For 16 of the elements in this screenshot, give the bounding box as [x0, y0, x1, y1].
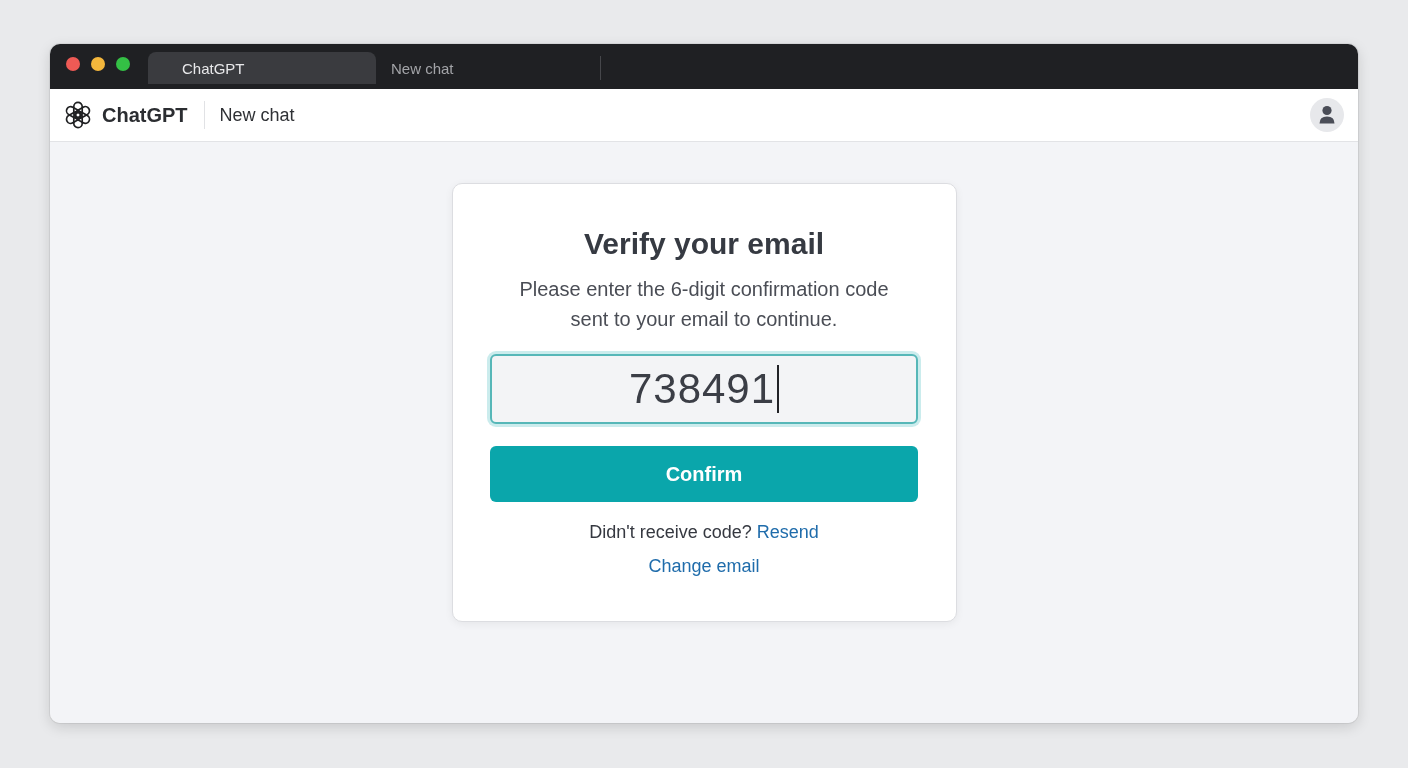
brand-name: ChatGPT: [102, 103, 188, 127]
text-caret-icon: [777, 365, 780, 413]
code-input-field[interactable]: 738491: [490, 354, 918, 424]
change-email-link[interactable]: Change email: [648, 554, 760, 578]
browser-tab[interactable]: New chat: [376, 52, 600, 84]
card-title: Verify your email: [583, 226, 825, 262]
window-close-button[interactable]: [66, 57, 80, 71]
resend-link[interactable]: Resend: [756, 520, 819, 544]
browser-tab[interactable]: ChatGPT: [148, 52, 376, 84]
avatar-icon[interactable]: [1310, 98, 1344, 132]
window-minimize-button[interactable]: [91, 57, 105, 71]
instructions-text: Please enter the 6-digit confirmation code sent to your email to continue.: [518, 277, 890, 332]
logo-icon: [64, 101, 92, 129]
resend-prompt-text: Didn't receive code?: [589, 521, 752, 544]
window-zoom-button[interactable]: [116, 57, 130, 71]
page-title: New chat: [219, 104, 295, 126]
